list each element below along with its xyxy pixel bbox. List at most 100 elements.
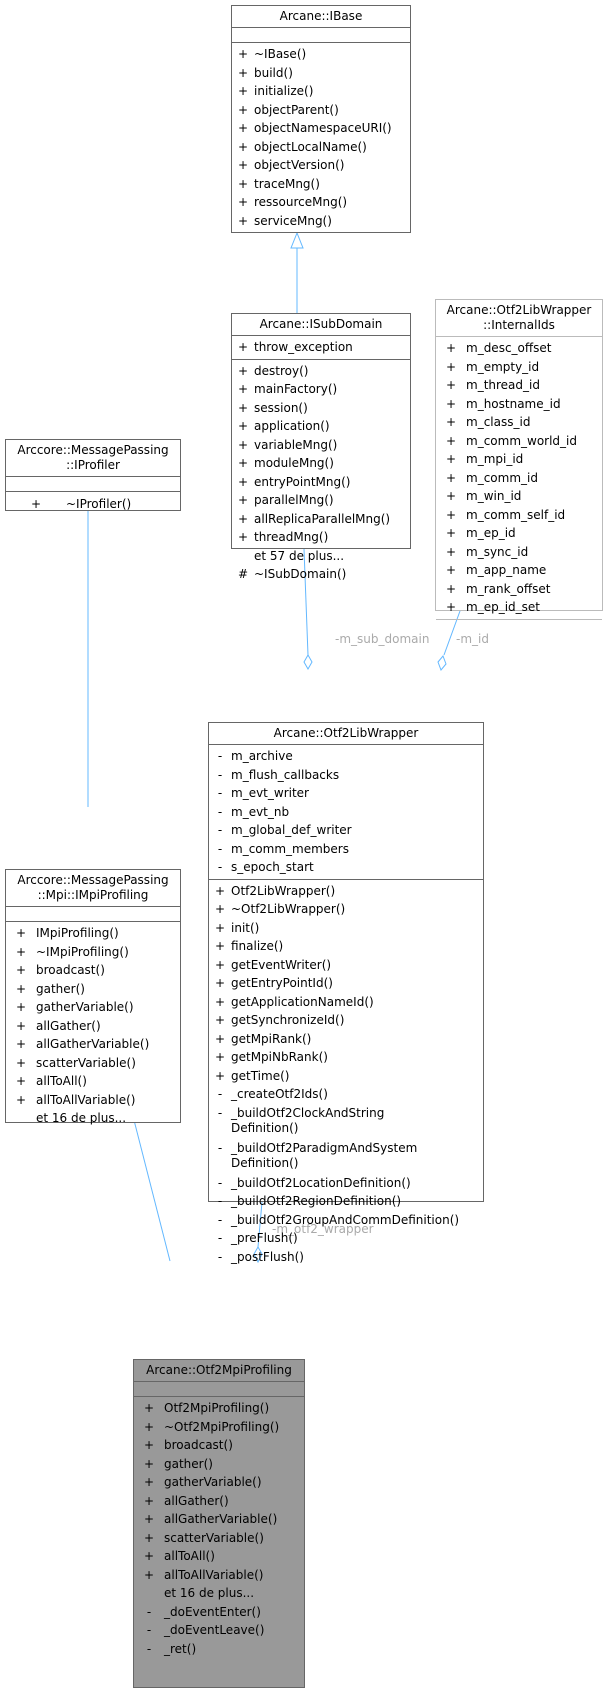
method-row[interactable]: et 16 de plus...	[6, 1109, 180, 1128]
class-title[interactable]: Arcane::Otf2MpiProfiling	[134, 1360, 304, 1382]
method-row[interactable]: + ~Otf2MpiProfiling()	[134, 1418, 304, 1437]
method-row[interactable]: + finalize()	[209, 937, 483, 956]
method-row[interactable]: + scatterVariable()	[6, 1054, 180, 1073]
method-row[interactable]: + initialize()	[232, 82, 410, 101]
method-row[interactable]: + application()	[232, 417, 410, 436]
method-row[interactable]: - _buildOtf2ParadigmAndSystem Definition()	[209, 1139, 483, 1174]
method-row[interactable]: + getEventWriter()	[209, 956, 483, 975]
method-row[interactable]: - _createOtf2Ids()	[209, 1085, 483, 1104]
method-row[interactable]: + getMpiRank()	[209, 1030, 483, 1049]
method-row[interactable]: - _preFlush()	[209, 1229, 483, 1248]
method-row[interactable]: + allReplicaParallelMng()	[232, 510, 410, 529]
attribute-row[interactable]: + m_class_id	[436, 413, 602, 432]
method-row[interactable]: + moduleMng()	[232, 454, 410, 473]
attribute-row[interactable]: + m_app_name	[436, 561, 602, 580]
method-row[interactable]: + getSynchronizeId()	[209, 1011, 483, 1030]
method-row[interactable]: + variableMng()	[232, 436, 410, 455]
attribute-row[interactable]: + m_sync_id	[436, 543, 602, 562]
attribute-row[interactable]: - m_evt_nb	[209, 803, 483, 822]
method-row[interactable]: - _buildOtf2GroupAndCommDefinition()	[209, 1211, 483, 1230]
method-row[interactable]: + allGatherVariable()	[134, 1510, 304, 1529]
class-ibase[interactable]: Arcane::IBase + ~IBase() + build() + initiali…	[231, 5, 411, 233]
method-row[interactable]: + ~IProfiler()	[6, 494, 180, 514]
method-row[interactable]: et 16 de plus...	[134, 1584, 304, 1603]
method-row[interactable]: + ~IBase()	[232, 45, 410, 64]
class-title[interactable]: Arcane::Otf2LibWrapper	[209, 723, 483, 745]
method-row[interactable]: + gatherVariable()	[134, 1473, 304, 1492]
attribute-row[interactable]: - m_comm_members	[209, 840, 483, 859]
method-row[interactable]: + allToAllVariable()	[134, 1566, 304, 1585]
attribute-row[interactable]: - m_archive	[209, 747, 483, 766]
class-title[interactable]: Arcane::Otf2LibWrapper ::InternalIds	[436, 300, 602, 337]
class-isubdomain[interactable]: Arcane::ISubDomain + throw_exception + des…	[231, 313, 411, 581]
method-row[interactable]: et 57 de plus...	[232, 547, 410, 566]
method-row[interactable]: + traceMng()	[232, 175, 410, 194]
attribute-row[interactable]: + m_win_id	[436, 487, 602, 506]
method-row[interactable]: + getApplicationNameId()	[209, 993, 483, 1012]
class-otf2libwrapper[interactable]: Arcane::Otf2LibWrapper - m_archive - m_flus…	[208, 722, 484, 1264]
class-otf2mpiprofiling[interactable]: Arcane::Otf2MpiProfiling + Otf2MpiProfili…	[133, 1359, 305, 1688]
attribute-row[interactable]: + m_ep_id_set	[436, 598, 602, 617]
method-row[interactable]: + broadcast()	[134, 1436, 304, 1455]
method-row[interactable]: - _postFlush()	[209, 1248, 483, 1267]
method-row[interactable]: + ~IMpiProfiling()	[6, 943, 180, 962]
method-row[interactable]: + allGather()	[6, 1017, 180, 1036]
method-row[interactable]: # ~ISubDomain()	[232, 565, 410, 584]
attribute-row[interactable]: - s_epoch_start	[209, 858, 483, 877]
method-row[interactable]: + parallelMng()	[232, 491, 410, 510]
attribute-row[interactable]: + m_comm_id	[436, 469, 602, 488]
attribute-row[interactable]: - m_flush_callbacks	[209, 766, 483, 785]
method-row[interactable]: + allGather()	[134, 1492, 304, 1511]
method-row[interactable]: - _buildOtf2ClockAndString Definition()	[209, 1104, 483, 1139]
method-row[interactable]: + allGatherVariable()	[6, 1035, 180, 1054]
method-row[interactable]: + Otf2MpiProfiling()	[134, 1399, 304, 1418]
method-row[interactable]: - _ret()	[134, 1640, 304, 1659]
attribute-row[interactable]: - m_global_def_writer	[209, 821, 483, 840]
method-row[interactable]: + serviceMng()	[232, 212, 410, 231]
attribute-row[interactable]: + m_empty_id	[436, 358, 602, 377]
class-internal-ids[interactable]: Arcane::Otf2LibWrapper ::InternalIds + m_…	[435, 299, 603, 620]
method-row[interactable]: + ~Otf2LibWrapper()	[209, 900, 483, 919]
method-row[interactable]: - _doEventLeave()	[134, 1621, 304, 1640]
method-row[interactable]: + allToAllVariable()	[6, 1091, 180, 1110]
attribute-row[interactable]: + m_thread_id	[436, 376, 602, 395]
class-title[interactable]: Arccore::MessagePassing ::Mpi::IMpiProfi…	[6, 870, 180, 907]
method-row[interactable]: - _buildOtf2RegionDefinition()	[209, 1192, 483, 1211]
method-row[interactable]: + allToAll()	[134, 1547, 304, 1566]
method-row[interactable]: + broadcast()	[6, 961, 180, 980]
class-title[interactable]: Arccore::MessagePassing ::IProfiler	[6, 440, 180, 477]
method-row[interactable]: + getTime()	[209, 1067, 483, 1086]
attribute-row[interactable]: + m_mpi_id	[436, 450, 602, 469]
method-row[interactable]: + objectNamespaceURI()	[232, 119, 410, 138]
method-row[interactable]: + mainFactory()	[232, 380, 410, 399]
method-row[interactable]: + objectLocalName()	[232, 138, 410, 157]
method-row[interactable]: - _buildOtf2LocationDefinition()	[209, 1174, 483, 1193]
method-row[interactable]: + ressourceMng()	[232, 193, 410, 212]
attribute-row[interactable]: + m_comm_world_id	[436, 432, 602, 451]
attribute-row[interactable]: + m_comm_self_id	[436, 506, 602, 525]
attribute-row[interactable]: + throw_exception	[232, 338, 410, 357]
method-row[interactable]: + IMpiProfiling()	[6, 924, 180, 943]
method-row[interactable]: + objectVersion()	[232, 156, 410, 175]
method-row[interactable]: + getMpiNbRank()	[209, 1048, 483, 1067]
method-row[interactable]: + gather()	[134, 1455, 304, 1474]
method-row[interactable]: + gatherVariable()	[6, 998, 180, 1017]
method-row[interactable]: + scatterVariable()	[134, 1529, 304, 1548]
method-row[interactable]: + Otf2LibWrapper()	[209, 882, 483, 901]
method-row[interactable]: + entryPointMng()	[232, 473, 410, 492]
method-row[interactable]: + objectParent()	[232, 101, 410, 120]
attribute-row[interactable]: + m_hostname_id	[436, 395, 602, 414]
attribute-row[interactable]: + m_ep_id	[436, 524, 602, 543]
method-row[interactable]: + getEntryPointId()	[209, 974, 483, 993]
method-row[interactable]: + destroy()	[232, 362, 410, 381]
method-row[interactable]: - _doEventEnter()	[134, 1603, 304, 1622]
method-row[interactable]: + threadMng()	[232, 528, 410, 547]
attribute-row[interactable]: + m_rank_offset	[436, 580, 602, 599]
class-iprofiler[interactable]: Arccore::MessagePassing ::IProfiler + ~IP…	[5, 439, 181, 511]
method-row[interactable]: + build()	[232, 64, 410, 83]
class-impiprofiling[interactable]: Arccore::MessagePassing ::Mpi::IMpiProfi…	[5, 869, 181, 1125]
attribute-row[interactable]: + m_desc_offset	[436, 339, 602, 358]
method-row[interactable]: + init()	[209, 919, 483, 938]
class-title[interactable]: Arcane::ISubDomain	[232, 314, 410, 336]
class-title[interactable]: Arcane::IBase	[232, 6, 410, 28]
